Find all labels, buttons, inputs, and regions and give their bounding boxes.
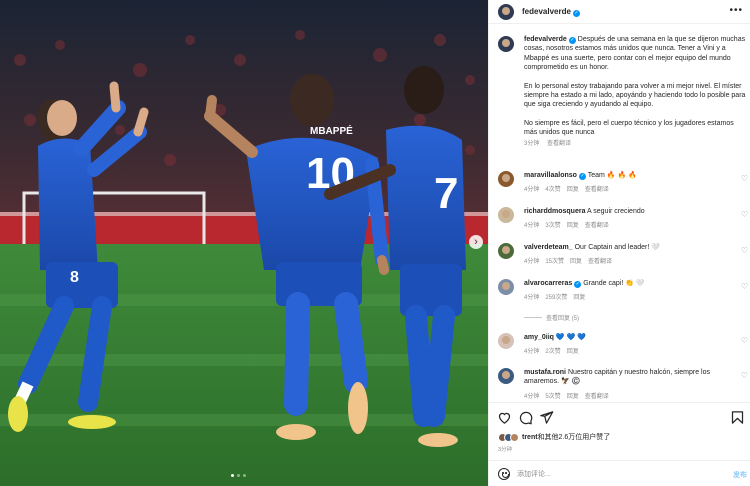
football-players-image: 8 MBAPPÉ 10 7: [0, 0, 488, 486]
comment-username[interactable]: richarddmosquera: [524, 208, 585, 215]
verified-badge-icon: ✓: [568, 37, 576, 44]
caption-time: 3分钟: [524, 140, 540, 147]
post-photo[interactable]: 8 MBAPPÉ 10 7 ›: [0, 0, 488, 486]
post-caption: fedevalverde ✓ Después de una semana en l…: [498, 35, 748, 149]
comment-text: 💙 💙 💙: [555, 334, 586, 341]
caption-username[interactable]: fedevalverde: [524, 36, 567, 43]
carousel-dot: [237, 474, 240, 477]
svg-text:8: 8: [70, 269, 79, 286]
comment-icon[interactable]: [518, 410, 533, 425]
likes-summary[interactable]: trent和其他2.6万位用户赞了: [498, 432, 610, 442]
carousel-dots: [231, 474, 246, 477]
comment-time: 4分钟: [524, 295, 540, 302]
comment-like-heart-icon[interactable]: ♡: [741, 174, 748, 183]
verified-badge-icon: ✓: [574, 281, 582, 288]
comment-username[interactable]: valverdeteam_: [524, 244, 573, 251]
comment-text: Team 🔥 🔥 🔥: [587, 172, 637, 179]
caption-meta: 3分钟 查看翻译: [524, 140, 748, 149]
comment-username[interactable]: mustafa.roni: [524, 369, 566, 376]
comment-username[interactable]: alvarocarreras: [524, 280, 572, 287]
post-comment-button[interactable]: 发布: [733, 470, 747, 480]
comment-time: 4分钟: [524, 223, 540, 230]
post-date: 3分钟: [498, 447, 513, 453]
svg-text:MBAPPÉ: MBAPPÉ: [310, 124, 353, 137]
caption-paragraph-3: No siempre es fácil, pero el cuerpo técn…: [524, 119, 734, 137]
heart-icon[interactable]: [497, 410, 512, 425]
likes-count-text: 和其他2.6万位用户赞了: [537, 434, 611, 441]
comment-username[interactable]: amy_0iiq: [524, 334, 554, 341]
share-icon[interactable]: [539, 410, 554, 425]
comment-translate-link[interactable]: 查看翻译: [585, 187, 609, 193]
comments-scroll-area[interactable]: fedevalverde ✓ Después de una semana en l…: [489, 25, 750, 401]
comment-like-heart-icon[interactable]: ♡: [741, 371, 748, 380]
comment-text: A seguir creciendo: [587, 208, 645, 215]
comment-item: mustafa.roni Nuestro capitán y nuestro h…: [498, 368, 748, 400]
comment-reply-button[interactable]: 回复: [570, 259, 582, 265]
comment-time: 4分钟: [524, 349, 540, 356]
comment-like-heart-icon[interactable]: ♡: [741, 282, 748, 291]
comment-translate-link[interactable]: 查看翻译: [588, 259, 612, 265]
comment-avatar[interactable]: [498, 368, 514, 384]
caption-avatar[interactable]: [498, 36, 514, 52]
comment-input[interactable]: [517, 467, 707, 481]
more-options-icon[interactable]: •••: [729, 5, 743, 16]
carousel-dot: [231, 474, 234, 477]
comment-avatar[interactable]: [498, 171, 514, 187]
post-detail-panel: fedevalverde ✓ ••• fedevalverde ✓ Después …: [488, 0, 750, 486]
bookmark-icon[interactable]: [730, 410, 745, 425]
comment-avatar[interactable]: [498, 333, 514, 349]
svg-text:7: 7: [434, 169, 458, 218]
comment-likes[interactable]: 259次赞: [545, 295, 567, 301]
comment-likes[interactable]: 4次赞: [545, 187, 560, 193]
add-comment-bar: 发布: [489, 460, 750, 486]
comment-item: richarddmosquera A seguir creciendo 4分钟 3…: [498, 207, 748, 229]
verified-badge-icon: ✓: [572, 10, 580, 17]
comment-avatar[interactable]: [498, 279, 514, 295]
comment-likes[interactable]: 5次赞: [545, 394, 560, 400]
comment-likes[interactable]: 2次赞: [545, 349, 560, 355]
comment-item: maravillaalonso ✓ Team 🔥 🔥 🔥 4分钟 4次赞 回复 查看翻译…: [498, 171, 748, 193]
carousel-dot: [243, 474, 246, 477]
caption-paragraph-2: En lo personal estoy trabajando para vol…: [524, 82, 746, 109]
comment-reply-button[interactable]: 回复: [573, 295, 585, 301]
comment-reply-button[interactable]: 回复: [567, 187, 579, 193]
liker-avatar: [510, 432, 519, 442]
author-username[interactable]: fedevalverde ✓: [522, 7, 580, 17]
comment-item: amy_0iiq 💙 💙 💙 4分钟 2次赞 回复 ♡: [498, 333, 748, 355]
comment-time: 4分钟: [524, 393, 540, 400]
comment-like-heart-icon[interactable]: ♡: [741, 246, 748, 255]
comment-reply-button[interactable]: 回复: [567, 349, 579, 355]
comment-avatar[interactable]: [498, 243, 514, 259]
post-action-bar: [489, 402, 750, 432]
comment-reply-button[interactable]: 回复: [567, 394, 579, 400]
comment-likes[interactable]: 3次赞: [545, 223, 560, 229]
view-replies-link[interactable]: 查看回复 (5): [524, 313, 579, 322]
comment-avatar[interactable]: [498, 207, 514, 223]
comment-username[interactable]: maravillaalonso: [524, 172, 577, 179]
caption-paragraph-1: fedevalverde ✓ Después de una semana en l…: [524, 36, 746, 72]
likes-username[interactable]: trent: [522, 434, 538, 441]
comment-time: 4分钟: [524, 259, 540, 266]
comment-text: Our Captain and leader! 🤍: [574, 244, 660, 251]
comment-text: Grande capi! 👏 🤍: [583, 280, 645, 287]
comment-time: 4分钟: [524, 187, 540, 194]
verified-badge-icon: ✓: [578, 173, 586, 180]
comment-likes[interactable]: 15次赞: [545, 259, 564, 265]
emoji-icon[interactable]: [498, 468, 510, 480]
carousel-next-icon[interactable]: ›: [469, 235, 483, 249]
comment-reply-button[interactable]: 回复: [567, 223, 579, 229]
comment-like-heart-icon[interactable]: ♡: [741, 336, 748, 345]
author-avatar[interactable]: [498, 4, 514, 20]
comment-like-heart-icon[interactable]: ♡: [741, 210, 748, 219]
comment-translate-link[interactable]: 查看翻译: [585, 394, 609, 400]
comment-item: alvarocarreras ✓ Grande capi! 👏 🤍 4分钟 259次…: [498, 279, 748, 301]
caption-translate-link[interactable]: 查看翻译: [547, 141, 571, 147]
comment-translate-link[interactable]: 查看翻译: [585, 223, 609, 229]
post-header: fedevalverde ✓ •••: [489, 0, 750, 24]
comment-item: valverdeteam_ Our Captain and leader! 🤍 …: [498, 243, 748, 265]
